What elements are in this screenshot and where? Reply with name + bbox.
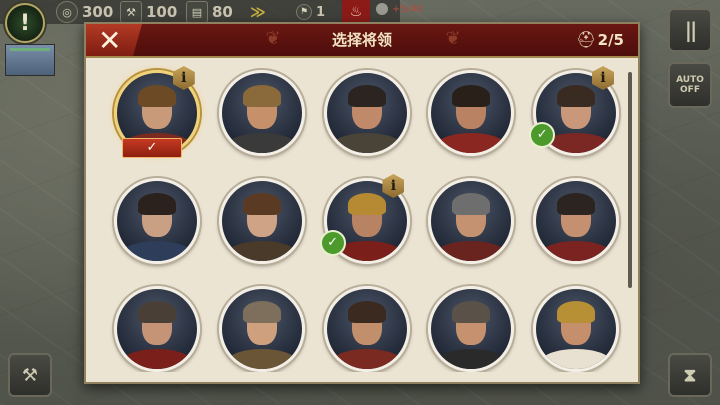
general-card[interactable] xyxy=(308,282,413,372)
portrait-hair xyxy=(138,85,176,107)
population: +5/40 xyxy=(376,3,423,15)
general-portrait[interactable] xyxy=(323,286,410,372)
coin-icon: ◎ xyxy=(56,1,78,23)
portrait-shoulders xyxy=(541,241,612,261)
scroll-icon: ▤ xyxy=(186,1,208,23)
portrait-shoulders xyxy=(331,133,402,153)
resource-coins-value: 300 xyxy=(82,3,114,21)
general-card[interactable] xyxy=(412,66,517,174)
general-card[interactable] xyxy=(517,282,622,372)
resource-materials: ⚒ 100 xyxy=(120,1,177,23)
auto-state: OFF xyxy=(680,85,700,95)
general-portrait[interactable] xyxy=(218,70,305,156)
portrait-shoulders xyxy=(541,349,612,369)
helmet-icon: ⛑ xyxy=(576,30,597,49)
general-card[interactable] xyxy=(98,282,203,372)
laurel-right-icon: ❦ xyxy=(445,28,461,49)
general-card[interactable] xyxy=(203,174,308,282)
portrait-hair xyxy=(242,193,281,215)
portrait-hair xyxy=(242,301,281,323)
portrait-shoulders xyxy=(436,133,507,153)
general-portrait[interactable] xyxy=(114,286,200,372)
portrait-shoulders xyxy=(436,241,507,261)
rank-chevron-icon: ≫ xyxy=(250,3,266,21)
resource-materials-value: 100 xyxy=(146,3,178,21)
general-grid: i ✓ i ✓ i ✓ xyxy=(98,66,622,372)
alert-icon[interactable]: ! xyxy=(5,3,45,43)
unit-count: 1 xyxy=(316,4,326,20)
minimap[interactable] xyxy=(5,44,55,76)
general-portrait[interactable] xyxy=(428,178,515,264)
unit-counter: ⚑ 1 xyxy=(296,1,325,23)
check-icon: ✓ xyxy=(529,122,556,148)
confirm-select-button[interactable]: ✓ xyxy=(122,138,182,158)
portrait-shoulders xyxy=(436,349,507,369)
general-card[interactable]: i ✓ xyxy=(98,66,203,174)
general-card[interactable] xyxy=(412,282,517,372)
general-portrait[interactable] xyxy=(218,178,305,264)
portrait-hair xyxy=(452,301,491,323)
portrait-hair xyxy=(347,85,386,107)
auto-label: AUTO xyxy=(676,75,704,85)
resource-scrolls-value: 80 xyxy=(212,3,233,21)
portrait-hair xyxy=(138,301,176,323)
portrait-shoulders xyxy=(226,241,297,261)
general-card[interactable] xyxy=(517,174,622,282)
general-card[interactable] xyxy=(203,66,308,174)
resource-coins: ◎ 300 xyxy=(56,1,113,23)
population-value: +5/40 xyxy=(392,3,423,15)
portrait-shoulders xyxy=(226,349,297,369)
general-card[interactable] xyxy=(308,66,413,174)
portrait-hair xyxy=(557,193,596,215)
general-portrait[interactable] xyxy=(114,178,200,264)
portrait-hair xyxy=(452,85,491,107)
laurel-left-icon: ❦ xyxy=(265,28,281,49)
general-card[interactable]: i ✓ xyxy=(517,66,622,174)
general-card[interactable] xyxy=(203,282,308,372)
general-card[interactable] xyxy=(412,174,517,282)
scrollbar[interactable] xyxy=(628,72,632,288)
portrait-hair xyxy=(347,193,386,215)
portrait-hair xyxy=(557,85,596,107)
person-icon xyxy=(376,3,388,15)
general-portrait[interactable] xyxy=(428,286,515,372)
portrait-shoulders xyxy=(122,349,192,369)
hammer-icon: ⚒ xyxy=(120,1,142,23)
general-portrait[interactable] xyxy=(428,70,515,156)
auto-toggle-button[interactable]: AUTO OFF xyxy=(668,62,712,108)
build-tool-icon[interactable]: ⚒ xyxy=(8,353,52,397)
portrait-hair xyxy=(557,301,596,323)
hourglass-icon[interactable]: ⧗ xyxy=(668,353,712,397)
general-portrait[interactable] xyxy=(533,286,620,372)
portrait-hair xyxy=(242,85,281,107)
pin-icon: ⚑ xyxy=(296,4,312,20)
resource-scrolls: ▤ 80 xyxy=(186,1,233,23)
portrait-shoulders xyxy=(122,241,192,261)
dialog-header: 选择将领 ❦ ❦ ✕ ⛑ 2/5 xyxy=(86,24,638,58)
flame-icon[interactable]: ♨ xyxy=(342,0,370,24)
portrait-hair xyxy=(138,193,176,215)
portrait-hair xyxy=(347,301,386,323)
portrait-shoulders xyxy=(331,349,402,369)
check-icon: ✓ xyxy=(319,230,346,256)
general-portrait[interactable] xyxy=(533,178,620,264)
general-portrait[interactable] xyxy=(218,286,305,372)
dialog-title: 选择将领 xyxy=(331,31,392,49)
general-card[interactable]: i ✓ xyxy=(308,174,413,282)
portrait-hair xyxy=(452,193,491,215)
select-general-dialog: 选择将领 ❦ ❦ ✕ ⛑ 2/5 i ✓ i ✓ i ✓ xyxy=(84,22,640,384)
general-portrait[interactable] xyxy=(323,70,410,156)
portrait-shoulders xyxy=(226,133,297,153)
general-card[interactable] xyxy=(98,174,203,282)
selected-count: 2/5 xyxy=(597,31,624,49)
close-button[interactable]: ✕ xyxy=(86,24,142,56)
pause-button[interactable]: || xyxy=(668,8,712,52)
